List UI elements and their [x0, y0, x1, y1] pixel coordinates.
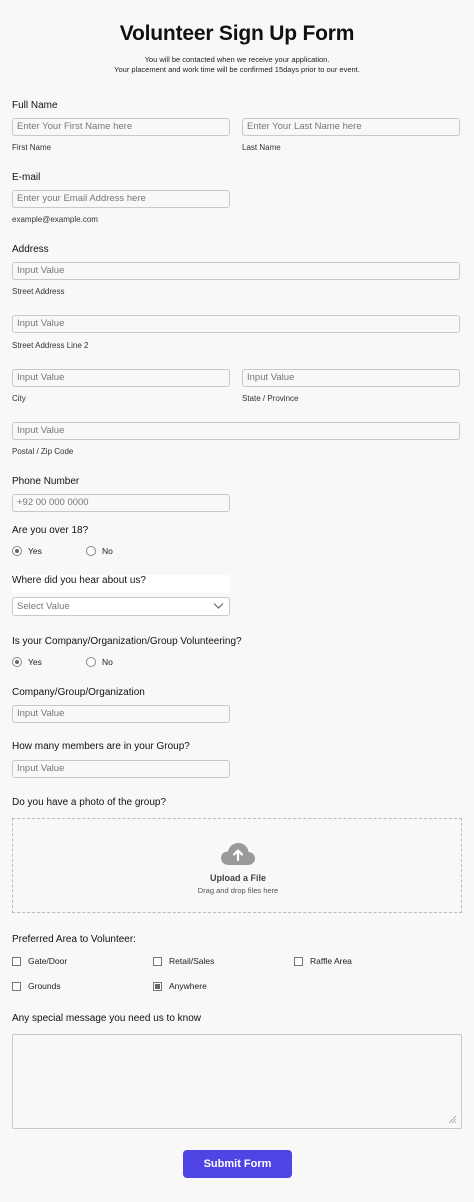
chevron-down-icon — [213, 603, 224, 609]
grounds-checkbox[interactable] — [12, 981, 21, 991]
state-sublabel: State / Province — [242, 394, 299, 403]
over18-no-radio[interactable] — [86, 546, 96, 556]
group-volunteering-label: Is your Company/Organization/Group Volun… — [12, 636, 242, 647]
resize-handle-icon[interactable] — [448, 1115, 457, 1124]
company-label: Company/Group/Organization — [12, 687, 145, 698]
subtitle-line-2: Your placement and work time will be con… — [114, 65, 360, 74]
file-upload-dropzone[interactable]: Upload a File Drag and drop files here — [12, 818, 462, 913]
city-input[interactable]: Input Value — [12, 369, 230, 387]
form-title: Volunteer Sign Up Form — [119, 22, 355, 45]
over18-no-label: No — [102, 546, 113, 556]
first-name-input[interactable]: Enter Your First Name here — [12, 118, 230, 136]
group-yes-radio[interactable] — [12, 657, 22, 667]
area-option-anywhere[interactable]: Anywhere — [153, 981, 207, 991]
group-yes-label: Yes — [28, 657, 42, 667]
subtitle-line-1: You will be contacted when we receive yo… — [144, 55, 330, 64]
street-address-sublabel: Street Address — [12, 287, 65, 296]
message-label: Any special message you need us to know — [12, 1013, 201, 1024]
gate-door-checkbox[interactable] — [12, 956, 21, 966]
members-input[interactable]: Input Value — [12, 760, 230, 778]
group-no-radio[interactable] — [86, 657, 96, 667]
company-input[interactable]: Input Value — [12, 705, 230, 723]
retail-sales-checkbox[interactable] — [153, 956, 162, 966]
raffle-area-checkbox[interactable] — [294, 956, 303, 966]
area-option-raffle-area[interactable]: Raffle Area — [294, 956, 352, 966]
submit-button[interactable]: Submit Form — [183, 1150, 292, 1178]
hear-select-value: Select Value — [17, 601, 70, 612]
volunteer-form-page: Volunteer Sign Up Form You will be conta… — [0, 0, 474, 1202]
over18-yes-option[interactable]: Yes — [12, 546, 42, 556]
address-label: Address — [12, 244, 49, 255]
area-label: Preferred Area to Volunteer: — [12, 934, 136, 945]
email-label: E-mail — [12, 172, 41, 183]
city-sublabel: City — [12, 394, 26, 403]
email-input[interactable]: Enter your Email Address here — [12, 190, 230, 208]
over18-yes-radio[interactable] — [12, 546, 22, 556]
retail-sales-label: Retail/Sales — [169, 956, 215, 966]
phone-label: Phone Number — [12, 476, 80, 487]
first-name-sublabel: First Name — [12, 143, 52, 152]
group-yes-option[interactable]: Yes — [12, 657, 42, 667]
email-sublabel: example@example.com — [12, 215, 98, 224]
last-name-input[interactable]: Enter Your Last Name here — [242, 118, 460, 136]
upload-title: Upload a File — [209, 873, 266, 883]
form-subtitle: You will be contacted when we receive yo… — [0, 55, 474, 75]
message-textarea[interactable] — [12, 1034, 462, 1129]
cloud-upload-icon — [221, 843, 255, 865]
photo-label: Do you have a photo of the group? — [12, 797, 167, 808]
last-name-sublabel: Last Name — [242, 143, 281, 152]
over18-yes-label: Yes — [28, 546, 42, 556]
grounds-label: Grounds — [28, 981, 61, 991]
state-input[interactable]: Input Value — [242, 369, 460, 387]
members-label: How many members are in your Group? — [12, 741, 190, 752]
zip-input[interactable]: Input Value — [12, 422, 460, 440]
area-option-grounds[interactable]: Grounds — [12, 981, 61, 991]
full-name-label: Full Name — [12, 100, 58, 111]
area-option-retail-sales[interactable]: Retail/Sales — [153, 956, 214, 966]
street-address-input[interactable]: Input Value — [12, 262, 460, 280]
gate-door-label: Gate/Door — [28, 956, 68, 966]
hear-select[interactable]: Select Value — [12, 597, 230, 616]
over18-label: Are you over 18? — [12, 525, 89, 536]
area-option-gate-door[interactable]: Gate/Door — [12, 956, 67, 966]
upload-subtitle: Drag and drop files here — [197, 886, 279, 895]
over18-no-option[interactable]: No — [86, 546, 113, 556]
anywhere-label: Anywhere — [169, 981, 207, 991]
street-address-2-sublabel: Street Address Line 2 — [12, 341, 89, 350]
anywhere-checkbox[interactable] — [153, 981, 162, 991]
hear-label: Where did you hear about us? — [12, 575, 230, 593]
raffle-area-label: Raffle Area — [310, 956, 352, 966]
zip-sublabel: Postal / Zip Code — [12, 447, 74, 456]
street-address-2-input[interactable]: Input Value — [12, 315, 460, 333]
group-no-option[interactable]: No — [86, 657, 113, 667]
group-no-label: No — [102, 657, 113, 667]
phone-input[interactable]: +92 00 000 0000 — [12, 494, 230, 512]
